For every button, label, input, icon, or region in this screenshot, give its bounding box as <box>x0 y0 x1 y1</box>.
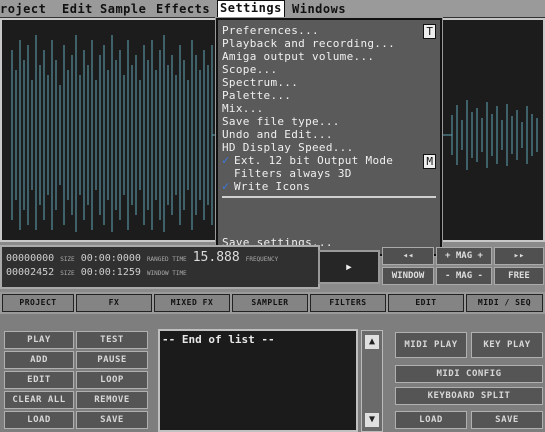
keyboard-split-button[interactable]: KEYBOARD SPLIT <box>395 387 543 405</box>
menu-sample[interactable]: Sample <box>100 2 146 16</box>
pause-button[interactable]: PAUSE <box>76 351 148 369</box>
size-label: SIZE <box>60 256 75 263</box>
frequency-value: 15.888 <box>192 250 240 265</box>
rewind-button[interactable]: ◂◂ <box>382 247 434 265</box>
add-button[interactable]: ADD <box>4 351 74 369</box>
sample-list[interactable]: -- End of list -- <box>158 329 358 432</box>
menu-item-mix[interactable]: Mix... <box>222 102 264 115</box>
menu-bar: roject Edit Sample Effects Settings Wind… <box>0 0 545 18</box>
settings-dropdown-menu: Preferences... T Playback and recording.… <box>215 17 443 257</box>
menu-settings[interactable]: Settings <box>217 0 285 18</box>
menu-effects[interactable]: Effects <box>156 2 210 16</box>
range-time-value: 00:00:0000 <box>80 253 141 264</box>
range-start-value: 00000000 <box>6 253 55 264</box>
midi-save-button[interactable]: SAVE <box>471 411 543 429</box>
save-list-button[interactable]: SAVE <box>76 411 148 429</box>
shortcut-amiga-t: T <box>423 24 436 39</box>
tab-midi-seq[interactable]: MIDI / SEQ <box>466 294 543 312</box>
midi-load-button[interactable]: LOAD <box>395 411 467 429</box>
window-button[interactable]: WINDOW <box>382 267 434 285</box>
tab-filters[interactable]: FILTERS <box>310 294 386 312</box>
menu-separator <box>222 196 436 198</box>
edit-button[interactable]: EDIT <box>4 371 74 389</box>
checkmark-icon: ✓ <box>222 153 230 167</box>
menu-item-hd-display-speed[interactable]: HD Display Speed... <box>222 141 354 154</box>
menu-item-preferences[interactable]: Preferences... <box>222 24 319 37</box>
play-sample-button[interactable]: PLAY <box>4 331 74 349</box>
menu-windows[interactable]: Windows <box>292 2 346 16</box>
fast-forward-button[interactable]: ▸▸ <box>494 247 544 265</box>
loop-button[interactable]: LOOP <box>76 371 148 389</box>
list-end-marker: -- End of list -- <box>162 333 275 346</box>
menu-item-write-icons[interactable]: Write Icons <box>234 180 310 193</box>
clear-all-button[interactable]: CLEAR ALL <box>4 391 74 409</box>
menu-edit[interactable]: Edit <box>62 2 93 16</box>
tab-edit[interactable]: EDIT <box>388 294 464 312</box>
menu-item-ext-12bit-output[interactable]: Ext. 12 bit Output Mode <box>234 154 393 167</box>
menu-item-palette[interactable]: Palette... <box>222 89 291 102</box>
checkmark-icon: ✓ <box>222 179 230 193</box>
remove-button[interactable]: REMOVE <box>76 391 148 409</box>
menu-item-spectrum[interactable]: Spectrum... <box>222 76 298 89</box>
tab-mixed-fx[interactable]: MIXED FX <box>154 294 230 312</box>
list-scrollbar[interactable]: ▲ ▼ <box>361 330 383 432</box>
menu-item-amiga-output-volume[interactable]: Amiga output volume... <box>222 50 374 63</box>
key-play-button[interactable]: KEY PLAY <box>471 332 543 358</box>
size-label-2: SIZE <box>60 270 75 277</box>
window-start-value: 00002452 <box>6 267 55 278</box>
mag-plus-button[interactable]: + MAG + <box>436 247 492 265</box>
tab-bar: PROJECT FX MIXED FX SAMPLER FILTERS EDIT… <box>0 292 545 314</box>
scroll-down-icon[interactable]: ▼ <box>365 413 379 427</box>
tab-project[interactable]: PROJECT <box>2 294 74 312</box>
menu-item-save-file-type[interactable]: Save file type... <box>222 115 340 128</box>
ranged-time-label: RANGED TIME <box>146 256 187 263</box>
midi-play-button[interactable]: MIDI PLAY <box>395 332 467 358</box>
tab-fx[interactable]: FX <box>76 294 152 312</box>
midi-config-button[interactable]: MIDI CONFIG <box>395 365 543 383</box>
frequency-label: FREQUENCY <box>245 256 279 263</box>
play-button[interactable]: ▸ <box>318 250 380 284</box>
menu-item-undo-edit[interactable]: Undo and Edit... <box>222 128 333 141</box>
shortcut-amiga-m: M <box>423 154 436 169</box>
menu-item-filters-always-3d[interactable]: Filters always 3D <box>234 167 352 180</box>
load-list-button[interactable]: LOAD <box>4 411 74 429</box>
menu-item-playback-recording[interactable]: Playback and recording... <box>222 37 395 50</box>
status-line-window: 00002452 SIZE 00:00:1259 WINDOW TIME <box>6 267 187 278</box>
menu-item-scope[interactable]: Scope... <box>222 63 277 76</box>
window-time-value: 00:00:1259 <box>80 267 141 278</box>
window-time-label: WINDOW TIME <box>146 270 187 277</box>
menu-project[interactable]: roject <box>0 2 46 16</box>
status-panel: 00000000 SIZE 00:00:0000 RANGED TIME 15.… <box>0 245 320 289</box>
tab-sampler[interactable]: SAMPLER <box>232 294 308 312</box>
test-button[interactable]: TEST <box>76 331 148 349</box>
free-button[interactable]: FREE <box>494 267 544 285</box>
status-line-range: 00000000 SIZE 00:00:0000 RANGED TIME 15.… <box>6 250 278 265</box>
scroll-up-icon[interactable]: ▲ <box>365 335 379 349</box>
mag-minus-button[interactable]: - MAG - <box>436 267 492 285</box>
